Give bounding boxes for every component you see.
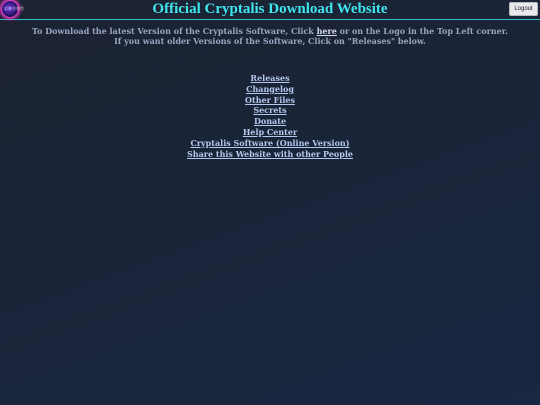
intro-text: To Download the latest Version of the Cr…	[0, 26, 540, 46]
intro-line-2: If you want older Versions of the Softwa…	[114, 36, 426, 46]
changelog-link[interactable]: Changelog	[246, 84, 294, 95]
logout-button[interactable]: Logout	[509, 2, 538, 16]
secrets-link[interactable]: Secrets	[253, 105, 286, 116]
intro-line-1-before: To Download the latest Version of the Cr…	[32, 26, 317, 36]
main-links: Releases Changelog Other Files Secrets D…	[0, 73, 540, 159]
online-version-link[interactable]: Cryptalis Software (Online Version)	[190, 138, 349, 149]
share-website-link[interactable]: Share this Website with other People	[187, 149, 353, 160]
other-files-link[interactable]: Other Files	[245, 95, 295, 106]
intro-line-1: To Download the latest Version of the Cr…	[0, 26, 540, 36]
intro-line-1-after: or on the Logo in the Top Left corner.	[336, 26, 508, 36]
releases-link[interactable]: Releases	[250, 73, 289, 84]
download-here-link[interactable]: here	[317, 26, 337, 36]
header-bar: ⒸⓇⓎⓅⓉ Official Cryptalis Download Websit…	[0, 0, 540, 20]
donate-link[interactable]: Donate	[254, 116, 286, 127]
help-center-link[interactable]: Help Center	[243, 127, 297, 138]
page-title: Official Cryptalis Download Website	[152, 1, 388, 17]
